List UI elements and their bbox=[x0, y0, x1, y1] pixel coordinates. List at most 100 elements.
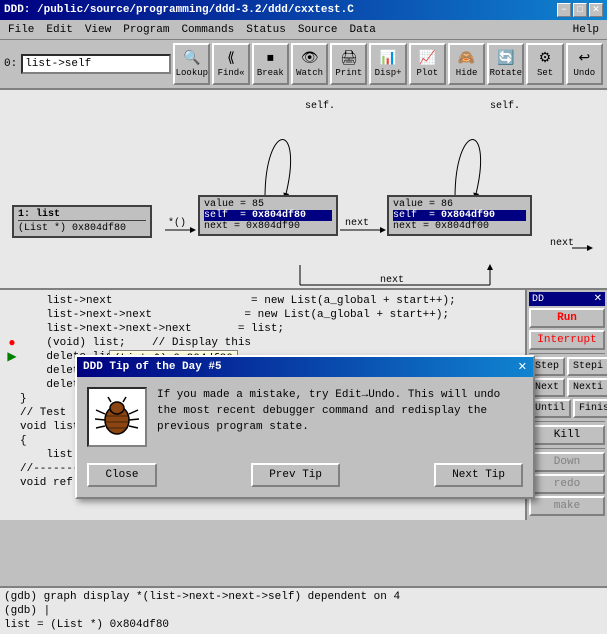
window-controls: − □ ✕ bbox=[557, 3, 603, 17]
watch-icon: 👁 bbox=[301, 50, 319, 67]
node2-next: next = 0x804df90 bbox=[204, 221, 332, 232]
lookup-label: Lookup bbox=[176, 68, 208, 78]
rotate-label: Rotate bbox=[490, 68, 522, 78]
run-button[interactable]: Run bbox=[529, 308, 605, 328]
svg-text:next: next bbox=[345, 218, 369, 229]
interrupt-button[interactable]: Interrupt bbox=[529, 330, 605, 350]
prev-tip-button[interactable]: Prev Tip bbox=[251, 463, 340, 487]
minimize-button[interactable]: − bbox=[557, 3, 571, 17]
hide-icon: 🙈 bbox=[458, 50, 475, 67]
node2-self: self = 0x804df80 bbox=[204, 210, 332, 221]
lookup-button[interactable]: 🔍 Lookup bbox=[173, 43, 210, 85]
breakpoint-icon: ● bbox=[8, 336, 15, 350]
finish-button[interactable]: Finish bbox=[573, 399, 607, 418]
hide-label: Hide bbox=[456, 68, 478, 78]
right-panel-title: DD ✕ bbox=[529, 292, 605, 306]
print-button[interactable]: 🖨 Print bbox=[330, 43, 367, 85]
status-line-1: (gdb) graph display *(list->next->next->… bbox=[4, 590, 603, 604]
maximize-button[interactable]: □ bbox=[573, 3, 587, 17]
code-line: list->next->next->next = list; bbox=[4, 322, 521, 336]
undo-label: Undo bbox=[574, 68, 596, 78]
until-row: Until Finish bbox=[529, 399, 605, 418]
arrow-gutter: ▶ bbox=[4, 350, 20, 364]
redo-button[interactable]: redo bbox=[529, 474, 605, 494]
current-line-icon: ▶ bbox=[7, 350, 16, 364]
step-row: Step Stepi bbox=[529, 357, 605, 376]
find-icon: ⟪ bbox=[227, 50, 235, 67]
code-line-stop: ● (void) list; // Display this bbox=[4, 336, 521, 350]
window-title: DDD: /public/source/programming/ddd-3.2/… bbox=[4, 4, 354, 16]
dialog-buttons: Close Prev Tip Next Tip bbox=[77, 457, 533, 497]
node3-self: self = 0x804df90 bbox=[393, 210, 526, 221]
set-button[interactable]: ⚙ Set bbox=[526, 43, 563, 85]
menu-program[interactable]: Program bbox=[117, 22, 175, 38]
input-label: 0: bbox=[4, 58, 17, 70]
stop-gutter: ● bbox=[4, 336, 20, 350]
dialog-close-icon[interactable]: ✕ bbox=[518, 360, 527, 374]
status-line-2: (gdb) | bbox=[4, 604, 603, 618]
undo-icon: ↩ bbox=[578, 50, 590, 67]
svg-text:self.: self. bbox=[305, 100, 335, 112]
menu-file[interactable]: File bbox=[2, 22, 40, 38]
plot-label: Plot bbox=[417, 68, 439, 78]
menu-data[interactable]: Data bbox=[343, 22, 381, 38]
dialog-title-text: DDD Tip of the Day #5 bbox=[83, 361, 222, 373]
lookup-icon: 🔍 bbox=[183, 50, 200, 67]
print-icon: 🖨 bbox=[340, 50, 358, 67]
down-button[interactable]: Down bbox=[529, 452, 605, 472]
menu-commands[interactable]: Commands bbox=[175, 22, 240, 38]
kill-button[interactable]: Kill bbox=[529, 425, 605, 445]
rotate-button[interactable]: 🔄 Rotate bbox=[487, 43, 524, 85]
disp-button[interactable]: 📊 Disp+ bbox=[369, 43, 406, 85]
menu-status[interactable]: Status bbox=[240, 22, 292, 38]
find-button[interactable]: ⟪ Find« bbox=[212, 43, 249, 85]
watch-button[interactable]: 👁 Watch bbox=[291, 43, 328, 85]
undo-button[interactable]: ↩ Undo bbox=[566, 43, 603, 85]
panel-separator-2 bbox=[529, 421, 605, 422]
node3-next: next = 0x804df00 bbox=[393, 221, 526, 232]
title-bar: DDD: /public/source/programming/ddd-3.2/… bbox=[0, 0, 607, 20]
hide-button[interactable]: 🙈 Hide bbox=[448, 43, 485, 85]
break-icon: ⏹ bbox=[267, 51, 274, 67]
status-area: (gdb) graph display *(list->next->next->… bbox=[0, 586, 607, 634]
graph-node-3[interactable]: value = 86 self = 0x804df90 next = 0x804… bbox=[387, 195, 532, 236]
plot-button[interactable]: 📈 Plot bbox=[409, 43, 446, 85]
graph-area[interactable]: self. self. *() next next next 1: list (… bbox=[0, 90, 607, 290]
graph-arrows: self. self. *() next next next bbox=[0, 90, 607, 288]
menu-view[interactable]: View bbox=[79, 22, 117, 38]
svg-text:*(): *() bbox=[168, 217, 186, 229]
next-tip-button[interactable]: Next Tip bbox=[434, 463, 523, 487]
menu-edit[interactable]: Edit bbox=[40, 22, 78, 38]
close-dialog-button[interactable]: Close bbox=[87, 463, 157, 487]
node2-value: value = 85 bbox=[204, 199, 332, 210]
dialog-message: If you made a mistake, try Edit→Undo. Th… bbox=[157, 387, 523, 435]
menu-help[interactable]: Help bbox=[567, 22, 605, 38]
print-label: Print bbox=[335, 68, 362, 78]
svg-text:next: next bbox=[550, 238, 574, 249]
until-button[interactable]: Until bbox=[529, 399, 571, 418]
node1-subtitle: (List *) 0x804df80 bbox=[18, 223, 146, 234]
stepi-button[interactable]: Stepi bbox=[567, 357, 607, 376]
right-panel-close[interactable]: ✕ bbox=[594, 293, 602, 305]
plot-icon: 📈 bbox=[419, 50, 436, 67]
graph-node-2[interactable]: value = 85 self = 0x804df80 next = 0x804… bbox=[198, 195, 338, 236]
menu-source[interactable]: Source bbox=[292, 22, 344, 38]
set-icon: ⚙ bbox=[539, 50, 552, 67]
tip-dialog: DDD Tip of the Day #5 ✕ If yo bbox=[75, 355, 535, 499]
find-label: Find« bbox=[218, 68, 245, 78]
watch-label: Watch bbox=[296, 68, 323, 78]
disp-icon: 📊 bbox=[379, 50, 396, 67]
dialog-title-bar: DDD Tip of the Day #5 ✕ bbox=[77, 357, 533, 377]
right-panel-label: DD bbox=[532, 294, 544, 305]
make-button[interactable]: make bbox=[529, 496, 605, 516]
set-label: Set bbox=[537, 68, 553, 78]
node1-title: 1: list bbox=[18, 209, 146, 221]
node3-value: value = 86 bbox=[393, 199, 526, 210]
close-button[interactable]: ✕ bbox=[589, 3, 603, 17]
nexti-button[interactable]: Nexti bbox=[567, 378, 607, 397]
command-input[interactable] bbox=[21, 54, 171, 74]
break-button[interactable]: ⏹ Break bbox=[252, 43, 289, 85]
graph-node-1[interactable]: 1: list (List *) 0x804df80 bbox=[12, 205, 152, 238]
status-line-3: list = (List *) 0x804df80 bbox=[4, 618, 603, 632]
disp-label: Disp+ bbox=[375, 68, 402, 78]
